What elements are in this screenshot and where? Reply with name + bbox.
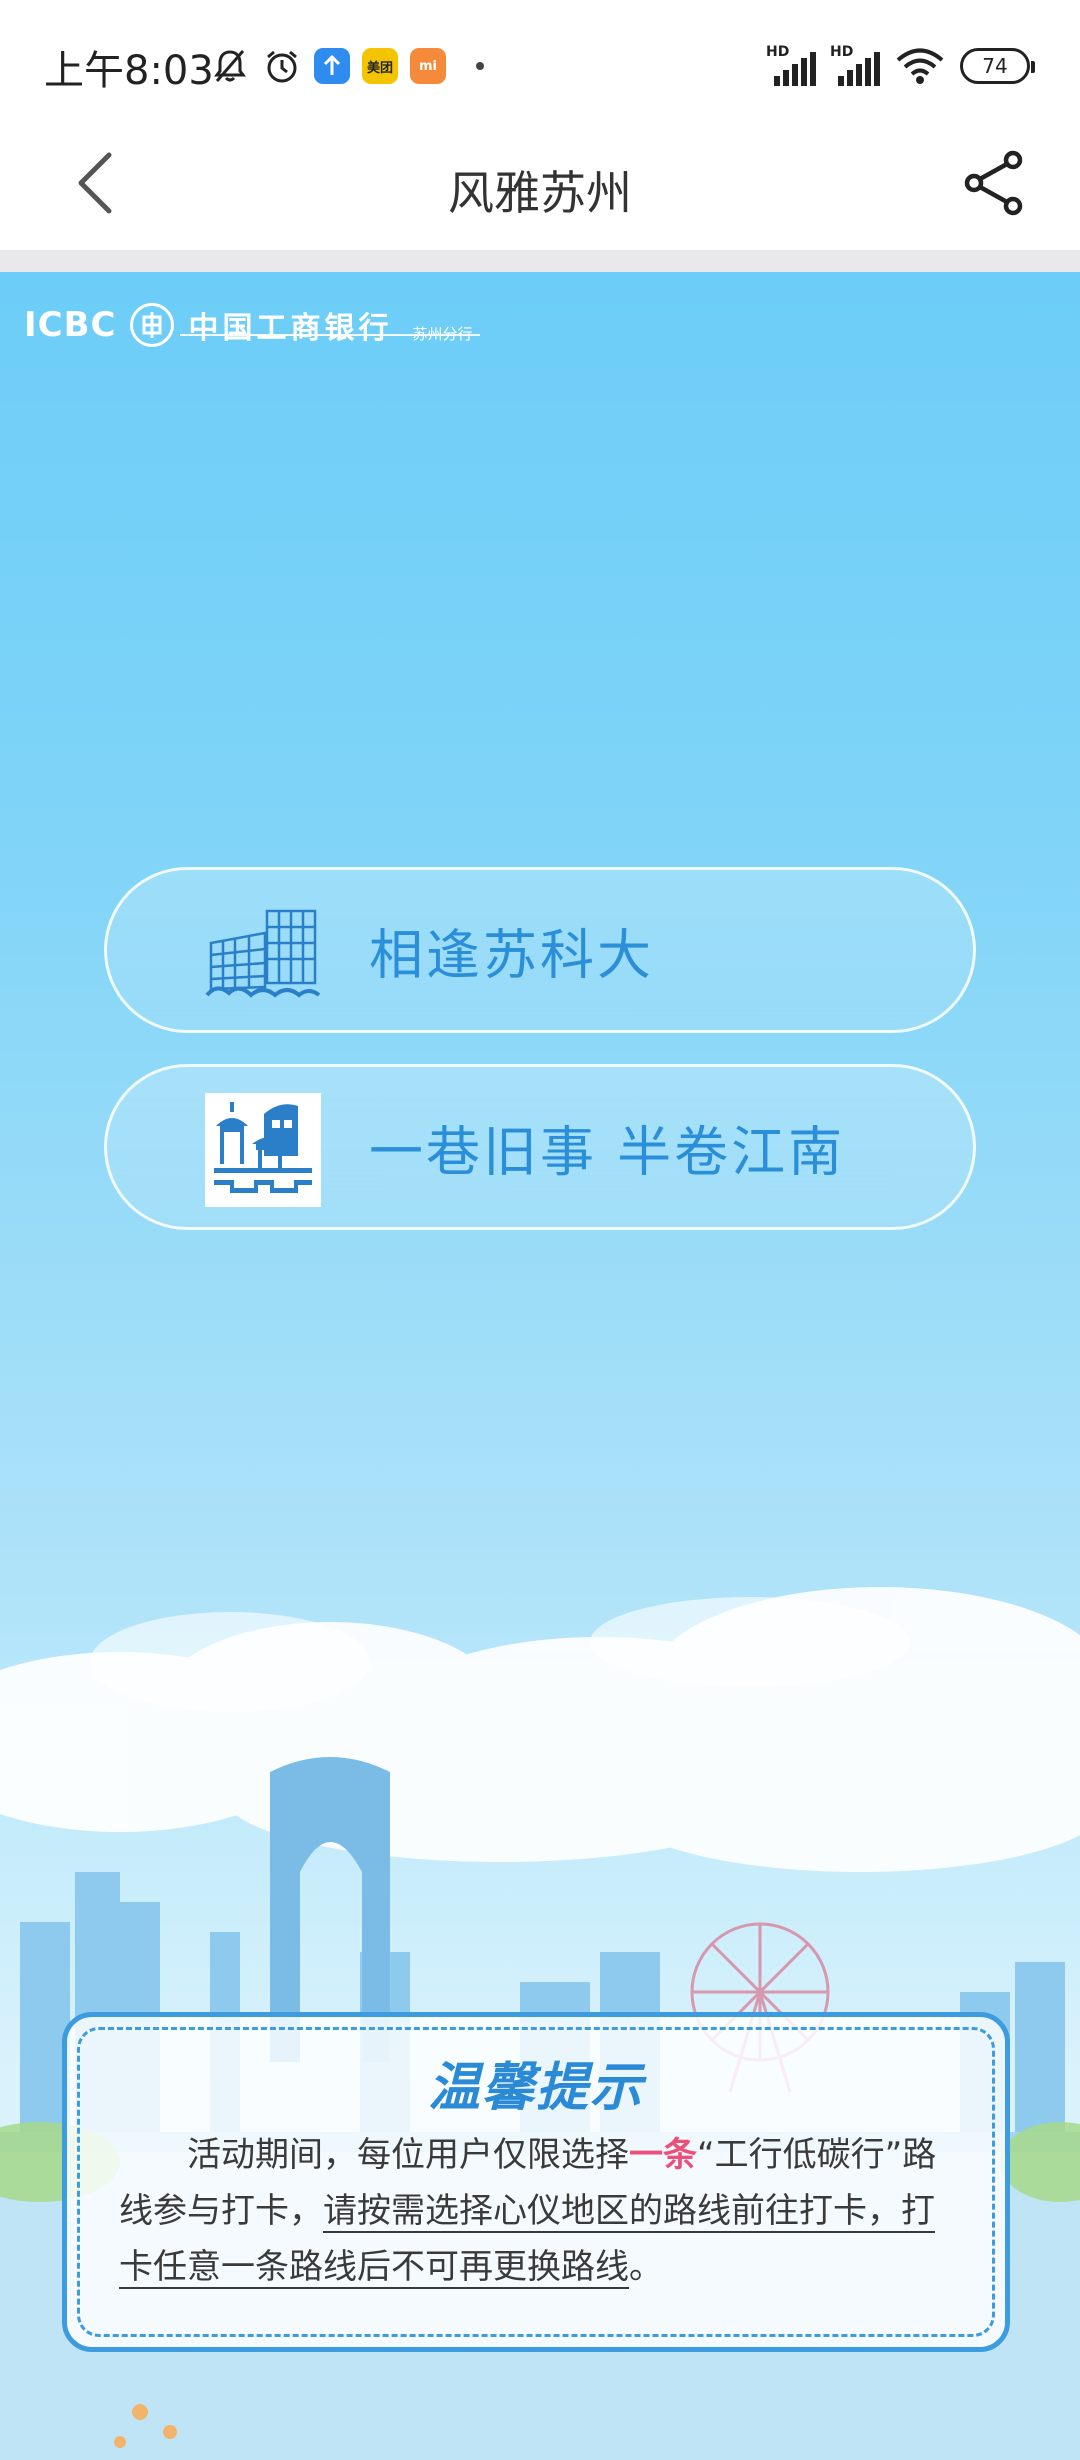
battery-indicator: 74 — [960, 48, 1035, 84]
signal-icon-2: HD — [830, 44, 880, 86]
logo-icbc-text: ICBC — [24, 305, 117, 345]
status-time: 上午8:03 — [44, 48, 214, 94]
logo-underline — [180, 334, 480, 336]
mi-app-icon: mi — [410, 48, 446, 84]
bell-muted-icon — [210, 46, 250, 86]
status-icons-left: 美团 mi — [210, 44, 484, 88]
route-label: 一巷旧事 半卷江南 — [369, 1120, 846, 1184]
logo-bank-name: 中国工商银行 — [188, 311, 393, 346]
status-icons-right: HD HD 74 — [766, 44, 1035, 88]
activity-banner: ICBC 中国工商银行 苏州分行 相逢苏科大 一巷旧事 半卷江南 温馨提示 活动… — [0, 272, 1080, 2460]
notice-text: 。 — [629, 2247, 663, 2287]
notice-body: 活动期间，每位用户仅限选择一条“工行低碳行”路线参与打卡，请按需选择心仪地区的路… — [119, 2127, 965, 2295]
signal-icon: HD — [766, 44, 816, 86]
page-title: 风雅苏州 — [448, 166, 632, 220]
notice-card: 温馨提示 活动期间，每位用户仅限选择一条“工行低碳行”路线参与打卡，请按需选择心… — [62, 2012, 1010, 2352]
notice-title: 温馨提示 — [427, 2058, 644, 2118]
more-notifications-icon — [476, 62, 484, 70]
meituan-app-icon: 美团 — [362, 48, 398, 84]
notice-text: 活动期间，每位用户仅限选择 — [187, 2135, 629, 2175]
share-icon — [964, 150, 1023, 216]
route-button-jiangnan-alley[interactable]: 一巷旧事 半卷江南 — [104, 1064, 976, 1230]
route-label: 相逢苏科大 — [369, 923, 654, 987]
notice-highlight: 一条 — [629, 2135, 697, 2175]
status-bar: 上午8:03 美团 mi HD HD 74 — [0, 0, 1080, 135]
alarm-clock-icon — [262, 46, 302, 86]
share-button[interactable] — [958, 147, 1030, 219]
header-divider — [0, 250, 1080, 272]
pavilion-icon — [205, 1093, 321, 1207]
route-button-suzhou-university[interactable]: 相逢苏科大 — [104, 867, 976, 1033]
app-notification-icon — [314, 48, 350, 84]
wifi-icon — [894, 46, 946, 86]
bank-logo: ICBC 中国工商银行 苏州分行 — [24, 300, 473, 350]
nav-header: 风雅苏州 — [0, 135, 1080, 250]
icbc-seal-icon — [130, 303, 175, 347]
campus-building-icon — [205, 896, 321, 1010]
